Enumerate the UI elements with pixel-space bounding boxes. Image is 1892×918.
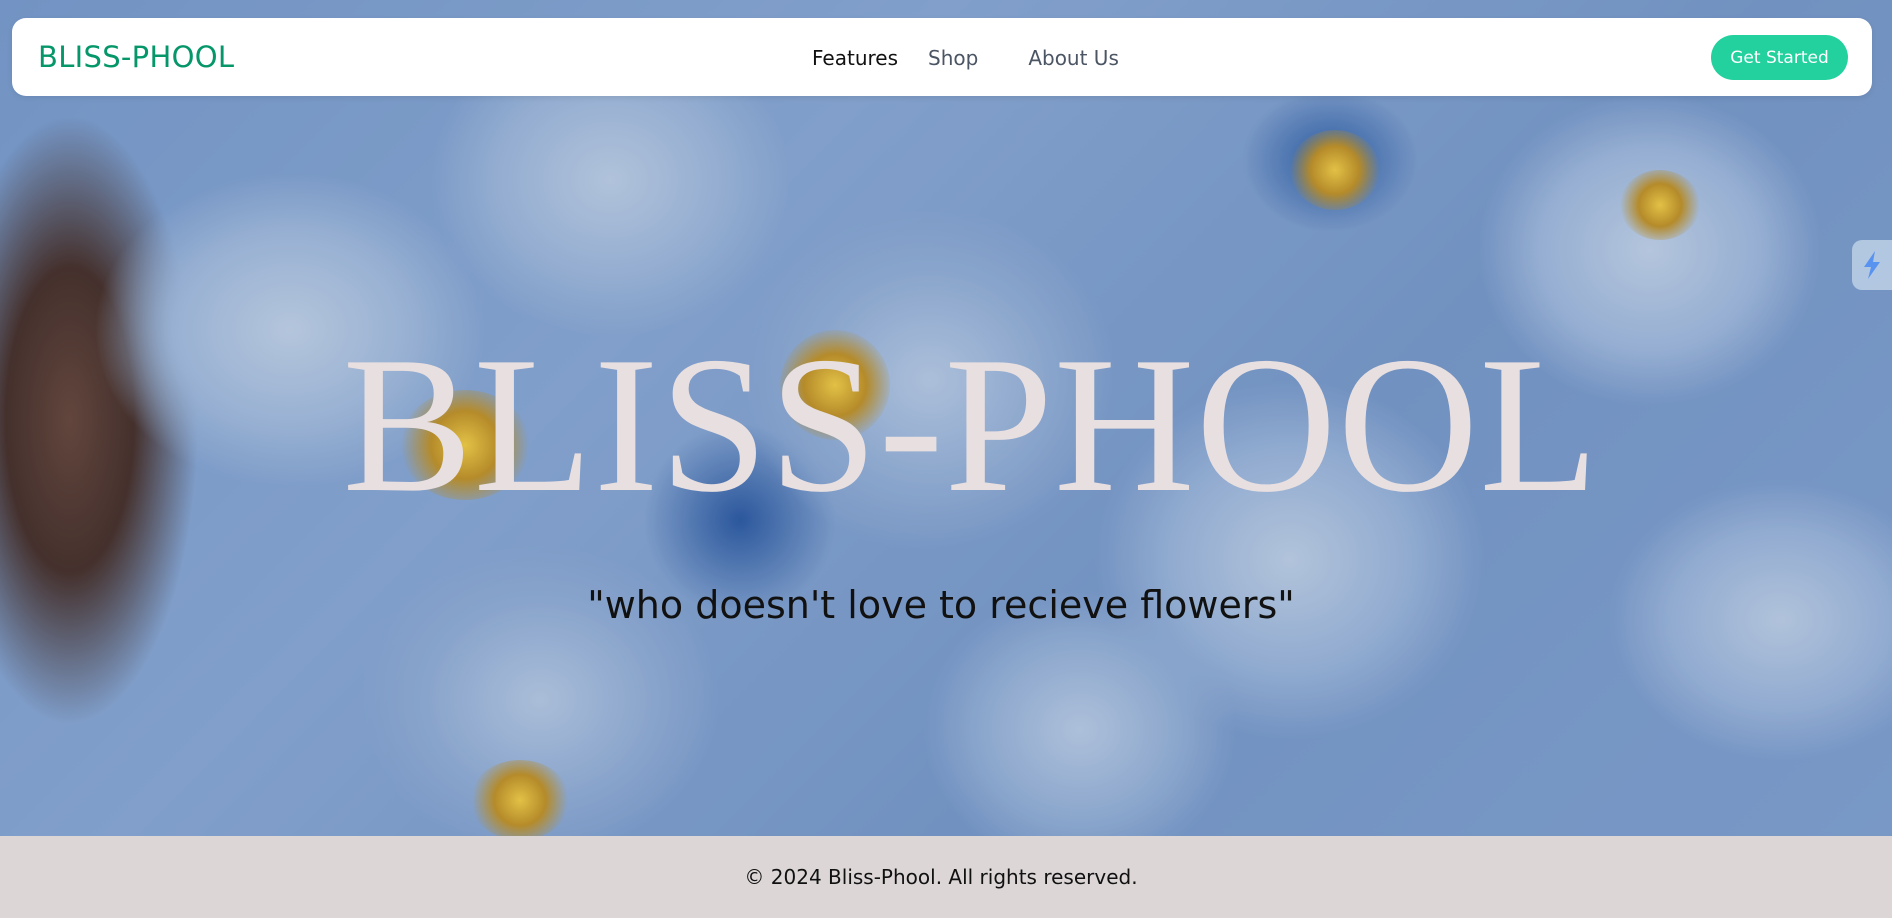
nav-link-shop[interactable]: Shop xyxy=(928,44,978,74)
hero-tagline: "who doesn't love to recieve flowers" xyxy=(587,583,1295,627)
orchid-center-decoration xyxy=(470,760,570,836)
footer-copyright: © 2024 Bliss-Phool. All rights reserved. xyxy=(744,865,1138,889)
footer: © 2024 Bliss-Phool. All rights reserved. xyxy=(0,836,1892,918)
top-navbar: BLISS-PHOOL Features Shop About Us Get S… xyxy=(12,18,1872,96)
orchid-center-decoration xyxy=(1290,130,1380,210)
nav-links: Features Shop About Us xyxy=(812,44,1149,74)
side-widget-button[interactable] xyxy=(1852,240,1892,290)
brand-logo[interactable]: BLISS-PHOOL xyxy=(38,39,234,75)
nav-link-about-us[interactable]: About Us xyxy=(1028,44,1119,74)
get-started-button[interactable]: Get Started xyxy=(1711,35,1848,80)
lightning-bolt-icon xyxy=(1864,251,1880,279)
hero-title: BLISS-PHOOL xyxy=(342,317,1600,533)
orchid-center-decoration xyxy=(1620,170,1700,240)
nav-link-features[interactable]: Features xyxy=(812,44,898,74)
page: BLISS-PHOOL Features Shop About Us Get S… xyxy=(0,0,1892,918)
